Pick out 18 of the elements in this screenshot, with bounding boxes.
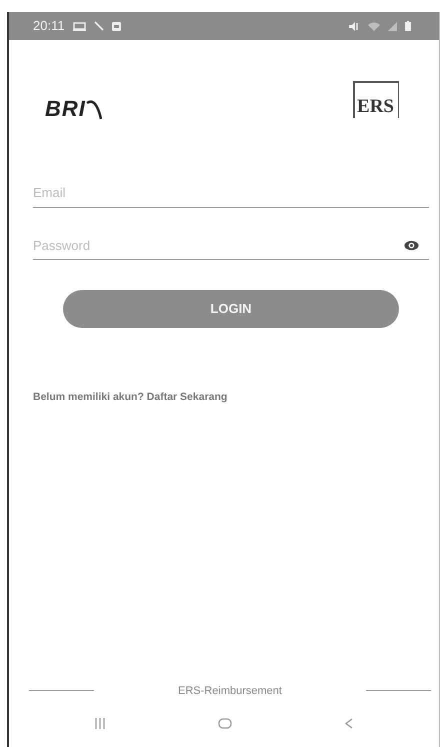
email-field[interactable]: Email: [33, 179, 429, 208]
home-icon[interactable]: [218, 718, 232, 728]
notification-icon: [112, 22, 121, 30]
register-link[interactable]: Belum memiliki akun? Daftar Sekarang: [33, 391, 228, 403]
password-field[interactable]: Password: [33, 232, 404, 259]
back-icon[interactable]: [344, 718, 353, 728]
eye-icon[interactable]: [404, 240, 419, 251]
login-button[interactable]: LOGIN: [63, 290, 399, 328]
signal-icon: [388, 22, 397, 30]
footer-text: ERS-Reimbursement: [178, 684, 282, 698]
battery-icon: [405, 21, 411, 31]
status-time: 20:11: [33, 17, 65, 36]
wifi-icon: [368, 22, 380, 30]
logo-text: BRI: [45, 95, 86, 123]
mute-icon: [349, 22, 360, 30]
logo-text: ERS: [353, 81, 399, 118]
screen-icon: [72, 22, 86, 30]
recents-icon[interactable]: [95, 718, 106, 728]
